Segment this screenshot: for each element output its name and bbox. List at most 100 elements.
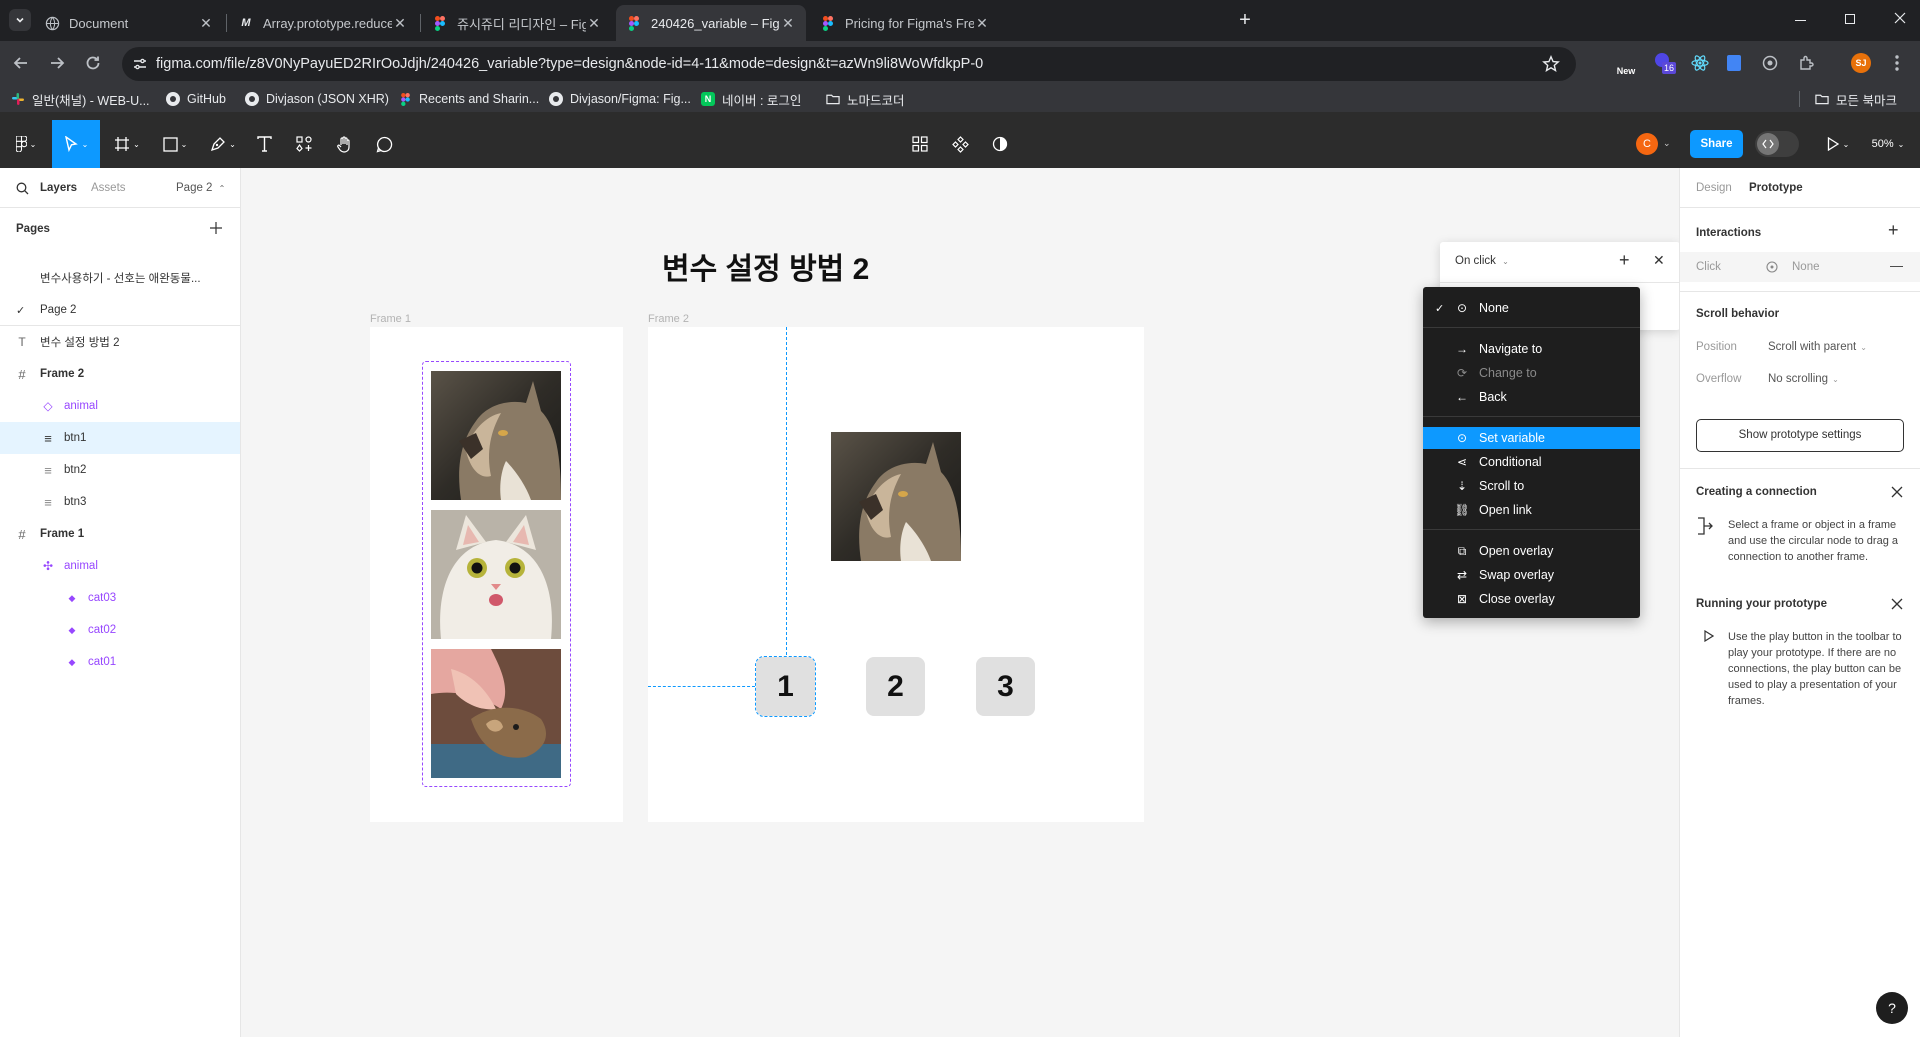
shape-tool-button[interactable]: ⌄ — [158, 130, 192, 158]
bookmark-item[interactable]: N 네이버 : 로그인 — [701, 86, 801, 112]
close-tab-icon[interactable]: ✕ — [586, 15, 602, 31]
extension-new-icon[interactable]: New — [1614, 54, 1638, 76]
canvas-heading[interactable]: 변수 설정 방법 2 — [662, 244, 869, 288]
layer-row-selected[interactable]: ≡ btn1 — [0, 422, 240, 454]
close-tab-icon[interactable]: ✕ — [198, 15, 214, 31]
extension-circle-icon[interactable] — [1762, 55, 1778, 71]
layer-row[interactable]: ≡ btn2 — [0, 454, 240, 486]
btn2[interactable]: 2 — [866, 657, 925, 716]
extension-doc-icon[interactable] — [1727, 55, 1741, 71]
extensions-puzzle-icon[interactable] — [1798, 54, 1816, 72]
comment-tool-button[interactable] — [372, 130, 396, 158]
component-button[interactable] — [948, 130, 972, 158]
animal-instance-image[interactable] — [831, 432, 961, 561]
tab-assets[interactable]: Assets — [91, 182, 126, 194]
extension-badge-icon[interactable]: 16 — [1655, 53, 1677, 75]
cat01-image[interactable] — [431, 371, 561, 500]
tab-design[interactable]: Design — [1696, 182, 1732, 194]
minimize-window-icon[interactable] — [1795, 20, 1806, 21]
frame-tool-button[interactable]: ⌄ — [110, 130, 144, 158]
cat03-image[interactable] — [431, 649, 561, 778]
layer-row[interactable]: ◆ cat01 — [0, 646, 240, 678]
layer-row[interactable]: T 변수 설정 방법 2 — [0, 326, 240, 358]
mask-button[interactable] — [988, 130, 1012, 158]
overflow-select[interactable]: No scrolling ⌄ — [1768, 373, 1839, 385]
browser-tab[interactable]: Document ✕ — [34, 5, 224, 41]
main-menu-button[interactable]: ⌄ — [10, 130, 42, 158]
layer-row[interactable]: ✣ animal — [0, 550, 240, 582]
hand-tool-button[interactable] — [332, 130, 356, 158]
bookmark-item[interactable]: Divjason/Figma: Fig... — [549, 86, 691, 112]
text-tool-button[interactable] — [252, 130, 276, 158]
zoom-menu[interactable]: 50% ⌄ — [1866, 130, 1910, 158]
menu-item-none[interactable]: ✓ ⊙ None — [1423, 297, 1640, 319]
layer-row[interactable]: ◆ cat02 — [0, 614, 240, 646]
back-icon[interactable] — [12, 54, 30, 72]
show-prototype-settings-button[interactable]: Show prototype settings — [1696, 419, 1904, 452]
chevron-down-icon[interactable]: ⌄ — [1663, 138, 1671, 149]
new-tab-button[interactable]: + — [1234, 8, 1256, 32]
help-button[interactable]: ? — [1876, 992, 1908, 1024]
forward-icon[interactable] — [48, 54, 66, 72]
layer-row[interactable]: ◇ animal — [0, 390, 240, 422]
close-popup-icon[interactable]: ✕ — [1653, 252, 1665, 269]
close-tip-icon[interactable] — [1891, 486, 1903, 498]
layer-row[interactable]: ≡ btn3 — [0, 486, 240, 518]
browser-tab-active[interactable]: 240426_variable – Figma ✕ — [616, 5, 806, 41]
browser-menu-icon[interactable] — [1895, 54, 1899, 72]
menu-item-conditional[interactable]: ⋖ Conditional — [1423, 451, 1640, 473]
pen-tool-button[interactable]: ⌄ — [206, 130, 240, 158]
bookmark-item[interactable]: Recents and Sharin... — [398, 86, 539, 112]
trigger-select[interactable]: On click ⌄ — [1455, 255, 1509, 267]
close-tab-icon[interactable]: ✕ — [780, 15, 796, 31]
layer-row[interactable]: # Frame 1 — [0, 518, 240, 550]
btn1[interactable]: 1 — [755, 656, 816, 717]
bookmark-item[interactable]: GitHub — [166, 86, 226, 112]
frame1-label[interactable]: Frame 1 — [370, 313, 411, 325]
menu-item-open-overlay[interactable]: ⧉ Open overlay — [1423, 540, 1640, 562]
layer-row[interactable]: # Frame 2 — [0, 358, 240, 390]
frame2[interactable] — [648, 327, 1144, 822]
menu-item-back[interactable]: ← Back — [1423, 386, 1640, 408]
resources-button[interactable] — [292, 130, 316, 158]
browser-tab[interactable]: Pricing for Figma's Free, Profes ✕ — [810, 5, 1000, 41]
page-item[interactable]: 변수사용하기 - 선호는 애완동물... — [0, 262, 240, 294]
browser-tab[interactable]: M Array.prototype.reduce() - Java ✕ — [228, 5, 418, 41]
bookmark-item[interactable]: Divjason (JSON XHR) — [245, 86, 389, 112]
close-window-icon[interactable] — [1893, 11, 1907, 25]
interaction-row[interactable]: Click None — — [1680, 252, 1920, 282]
tab-search-button[interactable] — [9, 9, 31, 31]
reload-icon[interactable] — [84, 54, 102, 72]
tab-layers[interactable]: Layers — [40, 182, 77, 194]
move-tool-button[interactable]: ⌄ — [52, 120, 100, 168]
react-devtools-icon[interactable] — [1691, 54, 1709, 72]
menu-item-close-overlay[interactable]: ⊠ Close overlay — [1423, 588, 1640, 610]
layout-grid-button[interactable] — [908, 130, 932, 158]
position-select[interactable]: Scroll with parent ⌄ — [1768, 341, 1867, 353]
menu-item-open-link[interactable]: ⛓ Open link — [1423, 499, 1640, 521]
page-switcher[interactable]: Page 2 ⌃ — [176, 182, 225, 194]
frame2-label[interactable]: Frame 2 — [648, 313, 689, 325]
add-page-icon[interactable] — [209, 221, 223, 235]
bookmark-item[interactable]: 일반(채널) - WEB-U... — [11, 86, 150, 112]
cat02-image[interactable] — [431, 510, 561, 639]
profile-avatar[interactable]: SJ — [1851, 53, 1871, 73]
tab-prototype[interactable]: Prototype — [1749, 182, 1803, 194]
user-avatar[interactable]: C — [1636, 133, 1658, 155]
close-tab-icon[interactable]: ✕ — [974, 15, 990, 31]
menu-item-swap-overlay[interactable]: ⇄ Swap overlay — [1423, 564, 1640, 586]
present-button[interactable]: ⌄ — [1823, 130, 1853, 158]
btn3[interactable]: 3 — [976, 657, 1035, 716]
layer-row[interactable]: ◆ cat03 — [0, 582, 240, 614]
menu-item-set-variable[interactable]: ⊙ Set variable — [1423, 427, 1640, 449]
dev-mode-toggle[interactable] — [1755, 131, 1799, 157]
browser-tab[interactable]: 쥬시쥬디 리디자인 – Figma ✕ — [422, 5, 612, 41]
menu-item-navigate-to[interactable]: → Navigate to — [1423, 338, 1640, 360]
menu-item-scroll-to[interactable]: ⇣ Scroll to — [1423, 475, 1640, 497]
add-interaction-icon[interactable]: + — [1888, 220, 1899, 241]
share-button[interactable]: Share — [1690, 130, 1743, 158]
bookmark-star-icon[interactable] — [1542, 55, 1560, 73]
remove-interaction-icon[interactable]: — — [1890, 258, 1903, 273]
bookmark-item[interactable]: 노마드코더 — [826, 86, 905, 112]
close-tab-icon[interactable]: ✕ — [392, 15, 408, 31]
